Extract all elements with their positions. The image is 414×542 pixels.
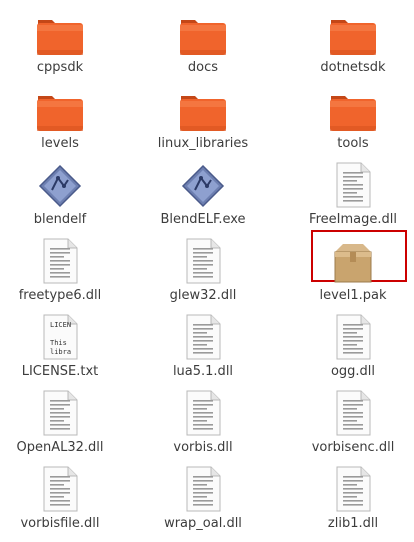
svg-text:libra: libra — [50, 348, 71, 356]
file-item-freetype6-dll[interactable]: freetype6.dll — [0, 236, 120, 312]
document-icon — [32, 236, 88, 284]
file-label: freetype6.dll — [18, 288, 102, 303]
file-item-vorbis-dll[interactable]: vorbis.dll — [143, 388, 263, 464]
file-item-level1-pak[interactable]: level1.pak — [293, 236, 413, 312]
folder-icon — [325, 84, 381, 132]
file-item-wrap-oal-dll[interactable]: wrap_oal.dll — [143, 464, 263, 540]
document-icon — [325, 160, 381, 208]
file-label: LICENSE.txt — [21, 364, 99, 379]
file-label: glew32.dll — [169, 288, 237, 303]
file-label: wrap_oal.dll — [164, 516, 242, 531]
file-label: linux_libraries — [157, 136, 249, 151]
svg-text:LICEN: LICEN — [50, 321, 71, 329]
document-icon — [175, 312, 231, 360]
file-label: cppsdk — [36, 60, 84, 75]
file-label: vorbis.dll — [173, 440, 233, 455]
text-file-icon: LICEN This libra — [32, 312, 88, 360]
file-item-vorbisfile-dll[interactable]: vorbisfile.dll — [0, 464, 120, 540]
package-icon — [325, 236, 381, 284]
file-label: blendelf — [33, 212, 87, 227]
folder-icon — [325, 8, 381, 56]
file-label: zlib1.dll — [327, 516, 379, 531]
file-item-tools[interactable]: tools — [293, 84, 413, 160]
folder-icon — [175, 8, 231, 56]
file-item-lua5-1-dll[interactable]: lua5.1.dll — [143, 312, 263, 388]
file-item-ogg-dll[interactable]: ogg.dll — [293, 312, 413, 388]
file-item-glew32-dll[interactable]: glew32.dll — [143, 236, 263, 312]
file-item-linux-libraries[interactable]: linux_libraries — [143, 84, 263, 160]
file-item-cppsdk[interactable]: cppsdk — [0, 8, 120, 84]
file-label: OpenAL32.dll — [16, 440, 104, 455]
document-icon — [325, 388, 381, 436]
file-label: FreeImage.dll — [309, 212, 397, 227]
folder-icon — [175, 84, 231, 132]
file-label: dotnetsdk — [320, 60, 386, 75]
file-grid: cppsdk docs dotnetsdk levels linux_libra… — [0, 0, 414, 542]
file-label: BlendELF.exe — [160, 212, 246, 227]
file-item-license-txt[interactable]: LICEN This libra LICENSE.txt — [0, 312, 120, 388]
document-icon — [325, 312, 381, 360]
document-icon — [325, 464, 381, 512]
file-label: ogg.dll — [330, 364, 376, 379]
file-item-freeimage-dll[interactable]: FreeImage.dll — [293, 160, 413, 236]
executable-icon — [32, 160, 88, 208]
file-label: lua5.1.dll — [172, 364, 234, 379]
file-item-blendelf-exe[interactable]: BlendELF.exe — [143, 160, 263, 236]
folder-icon — [32, 84, 88, 132]
document-icon — [175, 236, 231, 284]
file-item-dotnetsdk[interactable]: dotnetsdk — [293, 8, 413, 84]
file-label: docs — [187, 60, 219, 75]
document-icon — [32, 464, 88, 512]
document-icon — [32, 388, 88, 436]
file-item-zlib1-dll[interactable]: zlib1.dll — [293, 464, 413, 540]
file-item-openal32-dll[interactable]: OpenAL32.dll — [0, 388, 120, 464]
document-icon — [175, 388, 231, 436]
file-item-blendelf[interactable]: blendelf — [0, 160, 120, 236]
executable-icon — [175, 160, 231, 208]
folder-icon — [32, 8, 88, 56]
document-icon — [175, 464, 231, 512]
file-item-vorbisenc-dll[interactable]: vorbisenc.dll — [293, 388, 413, 464]
file-item-levels[interactable]: levels — [0, 84, 120, 160]
file-label: vorbisfile.dll — [20, 516, 100, 531]
file-label: levels — [41, 136, 79, 151]
svg-text:This: This — [50, 339, 67, 347]
file-label: vorbisenc.dll — [311, 440, 395, 455]
file-item-docs[interactable]: docs — [143, 8, 263, 84]
file-label: tools — [337, 136, 369, 151]
file-label: level1.pak — [319, 288, 387, 303]
